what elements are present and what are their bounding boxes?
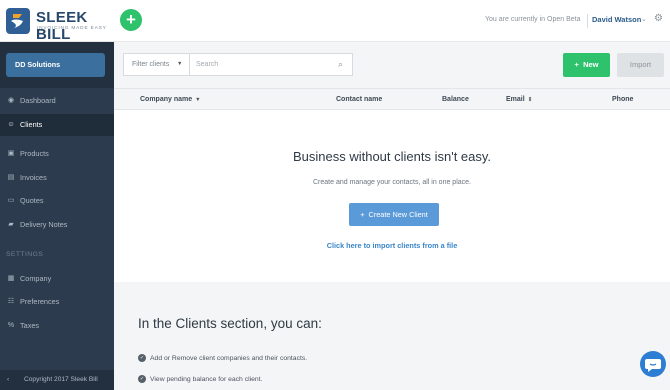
sidebar-item-quotes[interactable]: ▭ Quotes [0,190,114,212]
sidebar-item-delivery-notes[interactable]: ▰ Delivery Notes [0,214,114,236]
document-icon: ▤ [7,174,15,181]
sidebar-item-label: Delivery Notes [20,220,68,229]
column-email[interactable]: Email ⇕ [506,96,532,103]
sidebar-item-label: Preferences [20,297,60,306]
column-phone[interactable]: Phone [612,96,633,103]
empty-state-subtitle: Create and manage your contacts, all in … [313,179,471,186]
sidebar-item-label: Quotes [20,196,44,205]
column-contact-name[interactable]: Contact name [336,96,382,103]
sidebar: DD Solutions ◉ Dashboard ☺ Clients ▣ Pro… [0,42,114,390]
column-label: Company name [140,96,193,103]
import-button[interactable]: Import [617,53,664,77]
gear-icon[interactable]: ⚙ [654,13,663,24]
settings-section-label: SETTINGS [6,251,44,258]
sidebar-item-dashboard[interactable]: ◉ Dashboard [0,90,114,112]
column-balance[interactable]: Balance [442,96,469,103]
eye-icon: ◉ [7,97,15,104]
sidebar-item-preferences[interactable]: ☷ Preferences [0,291,114,313]
search-placeholder: Search [196,61,219,68]
filter-label: Filter clients [132,61,170,68]
filter-clients-dropdown[interactable]: Filter clients ▼ [123,53,189,76]
chat-icon [645,359,661,372]
sidebar-item-invoices[interactable]: ▤ Invoices [0,167,114,189]
chevron-left-icon[interactable]: ‹ [7,370,9,390]
sort-icon: ▼ [195,97,201,103]
percent-icon: % [7,322,15,329]
sidebar-item-label: Taxes [20,321,40,330]
import-clients-link[interactable]: Click here to import clients from a file [114,241,670,250]
sidebar-item-label: Invoices [20,173,47,182]
truck-icon: ▰ [8,221,14,228]
logo-icon [6,8,30,34]
user-icon: ☺ [7,121,15,128]
info-list-item: ✓ View pending balance for each client. [138,375,262,383]
plus-icon: + [574,60,579,69]
building-icon: ▦ [7,275,15,282]
sort-icon: ⇕ [527,97,533,103]
info-section: In the Clients section, you can: ✓ Add or… [114,282,670,390]
top-bar: SLEEK BILL INVOICING MADE EASY + You are… [0,0,670,43]
sidebar-footer: ‹ Copyright 2017 Sleek Bill [0,370,114,390]
divider [587,14,588,28]
column-label: Phone [612,96,634,103]
search-input[interactable]: Search ⌕ [189,53,353,76]
sidebar-item-taxes[interactable]: % Taxes [0,315,114,337]
logo[interactable]: SLEEK BILL INVOICING MADE EASY [6,8,110,43]
beta-notice: You are currently in Open Beta [485,16,581,23]
new-client-button[interactable]: + New [563,53,610,77]
create-button-label: Create New Client [368,210,428,219]
quote-icon: ▭ [7,197,15,204]
sidebar-item-label: Clients [20,120,43,129]
sidebar-item-label: Company [20,274,52,283]
column-label: Contact name [336,96,383,103]
chevron-down-icon[interactable]: ⌄ [641,15,647,23]
caret-down-icon: ▼ [177,61,183,67]
new-button-label: New [583,60,599,69]
column-label: Balance [442,96,469,103]
sliders-icon: ☷ [7,298,15,305]
column-label: Email [506,96,525,103]
toolbar: Filter clients ▼ Search ⌕ + New Import [114,42,670,88]
sidebar-item-company[interactable]: ▦ Company [0,268,114,290]
company-selector-button[interactable]: DD Solutions [6,53,105,77]
create-new-client-button[interactable]: + Create New Client [349,203,439,226]
copyright-text: Copyright 2017 Sleek Bill [24,376,98,383]
sidebar-item-label: Dashboard [20,96,56,105]
chat-button[interactable] [640,351,666,377]
info-item-text: View pending balance for each client. [150,375,263,383]
sidebar-header: DD Solutions [0,42,114,88]
info-title: In the Clients section, you can: [138,316,322,331]
user-menu[interactable]: David Watson [592,15,641,24]
check-circle-icon: ✓ [138,375,146,383]
info-list-item: ✓ Add or Remove client companies and thei… [138,354,307,362]
plus-icon: + [360,210,365,219]
column-company-name[interactable]: Company name ▼ [140,96,201,103]
table-header: Company name ▼ Contact name Balance Email… [114,88,670,110]
sidebar-item-label: Products [20,149,49,158]
box-icon: ▣ [7,150,15,157]
empty-state-title: Business without clients isn't easy. [292,149,492,164]
quick-add-button[interactable]: + [120,9,142,31]
logo-tagline: INVOICING MADE EASY [37,26,107,31]
empty-state: Business without clients isn't easy. Cre… [114,110,670,282]
info-item-text: Add or Remove client companies and their… [150,354,308,362]
search-icon[interactable]: ⌕ [338,54,343,75]
sidebar-item-products[interactable]: ▣ Products [0,143,114,165]
check-circle-icon: ✓ [138,354,146,362]
sidebar-item-clients[interactable]: ☺ Clients [0,114,114,136]
